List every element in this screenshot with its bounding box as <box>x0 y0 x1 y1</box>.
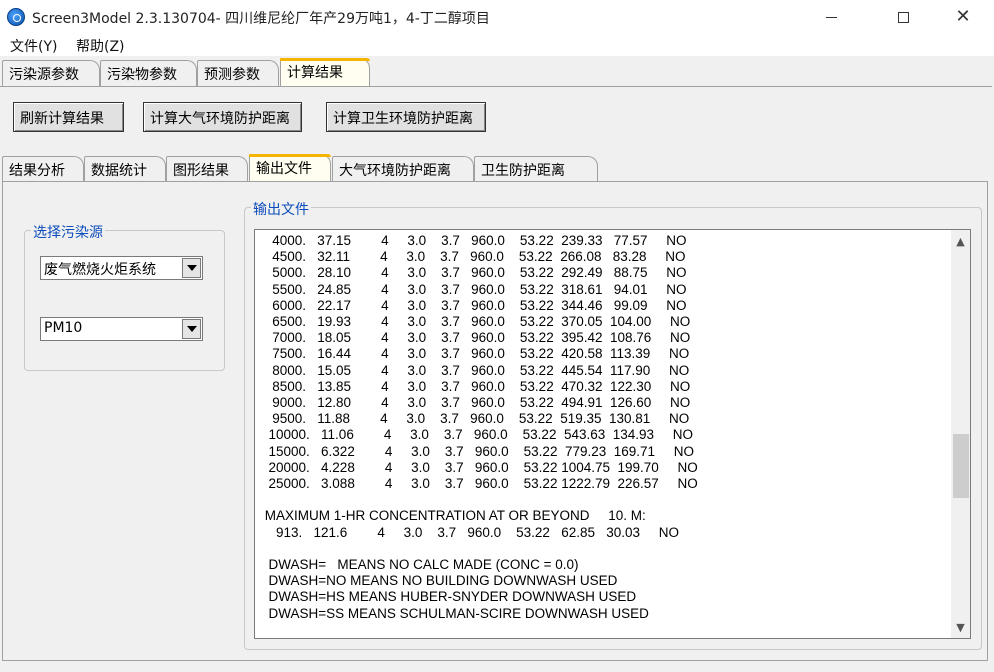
tab-prediction-params[interactable]: 预测参数 <box>197 60 279 86</box>
menu-file[interactable]: 文件(Y) <box>10 36 57 56</box>
chevron-down-icon[interactable] <box>182 319 201 339</box>
scroll-thumb[interactable] <box>953 434 969 498</box>
refresh-results-button[interactable]: 刷新计算结果 <box>13 102 124 132</box>
chevron-down-icon[interactable] <box>182 258 201 278</box>
tab-data-statistics[interactable]: 数据统计 <box>84 156 166 182</box>
tab-calc-results[interactable]: 计算结果 <box>280 58 370 87</box>
maximize-button[interactable] <box>880 0 926 34</box>
output-line: 9000. 12.80 4 3.0 3.7 960.0 53.22 494.91… <box>261 395 691 410</box>
output-line: 8000. 15.05 4 3.0 3.7 960.0 53.22 445.54… <box>261 362 690 378</box>
output-line: MAXIMUM 1-HR CONCENTRATION AT OR BEYOND … <box>261 508 646 524</box>
output-line: 7000. 18.05 4 3.0 3.7 960.0 53.22 395.42… <box>261 330 691 346</box>
vertical-scrollbar[interactable]: ▲ ▼ <box>951 230 970 638</box>
output-text-content: 4000. 37.15 4 3.0 3.7 960.0 53.22 239.33… <box>255 230 951 638</box>
source-dropdown[interactable]: 废气燃烧火炬系统 <box>40 256 203 280</box>
output-line: 5000. 28.10 4 3.0 3.7 960.0 53.22 292.49… <box>261 265 687 281</box>
output-line: 913. 121.6 4 3.0 3.7 960.0 53.22 62.85 3… <box>261 524 680 540</box>
output-file-legend: 输出文件 <box>251 199 311 219</box>
maximize-icon <box>897 11 909 23</box>
tab-air-protection-distance[interactable]: 大气环境防护距离 <box>332 156 474 182</box>
tab-pollutant-params[interactable]: 污染物参数 <box>100 60 197 86</box>
output-line: 7500. 16.44 4 3.0 3.7 960.0 53.22 420.58… <box>261 346 690 362</box>
close-icon: ✕ <box>955 6 971 27</box>
output-line: 8500. 13.85 4 3.0 3.7 960.0 53.22 470.32… <box>261 378 691 394</box>
output-line: 6000. 22.17 4 3.0 3.7 960.0 53.22 344.46… <box>261 297 687 313</box>
window-title: Screen3Model 2.3.130704- 四川维尼纶厂年产29万吨1，4… <box>32 11 490 27</box>
sub-tab-strip: 结果分析 数据统计 图形结果 输出文件 大气环境防护距离 卫生防护距离 <box>0 154 994 183</box>
pollutant-dropdown-value: PM10 <box>44 320 83 336</box>
app-icon <box>7 8 25 26</box>
scroll-up-icon[interactable]: ▲ <box>951 232 970 250</box>
output-line: 20000. 4.228 4 3.0 3.7 960.0 53.22 1004.… <box>261 459 698 475</box>
output-line: DWASH=SS MEANS SCHULMAN-SCIRE DOWNWASH U… <box>261 605 649 621</box>
tab-graph-results[interactable]: 图形结果 <box>166 156 248 182</box>
tab-output-file[interactable]: 输出文件 <box>249 154 331 183</box>
output-line: DWASH= MEANS NO CALC MADE (CONC = 0.0) <box>261 557 579 572</box>
source-select-legend: 选择污染源 <box>31 222 105 242</box>
output-line: DWASH=HS MEANS HUBER-SNYDER DOWNWASH USE… <box>261 589 637 605</box>
title-bar: Screen3Model 2.3.130704- 四川维尼纶厂年产29万吨1，4… <box>0 0 994 34</box>
pollutant-dropdown[interactable]: PM10 <box>40 317 203 341</box>
top-tab-strip: 污染源参数 污染物参数 预测参数 计算结果 <box>0 58 994 87</box>
tab-hygiene-protection-distance[interactable]: 卫生防护距离 <box>474 156 598 182</box>
output-line: 15000. 6.322 4 3.0 3.7 960.0 53.22 779.2… <box>261 443 695 459</box>
output-line: DWASH=NO MEANS NO BUILDING DOWNWASH USED <box>261 573 618 589</box>
source-dropdown-value: 废气燃烧火炬系统 <box>44 262 156 278</box>
scroll-down-icon[interactable]: ▼ <box>951 618 970 636</box>
output-line: 4000. 37.15 4 3.0 3.7 960.0 53.22 239.33… <box>261 233 687 248</box>
output-line: 10000. 11.06 4 3.0 3.7 960.0 53.22 543.6… <box>261 427 694 443</box>
output-line: 4500. 32.11 4 3.0 3.7 960.0 53.22 266.08… <box>261 249 686 265</box>
minimize-button[interactable] <box>808 0 854 34</box>
menu-bar: 文件(Y) 帮助(Z) <box>0 34 994 56</box>
source-select-group: 选择污染源 <box>24 222 225 371</box>
output-line: 9500. 11.88 4 3.0 3.7 960.0 53.22 519.35… <box>261 411 690 427</box>
close-button[interactable]: ✕ <box>940 0 986 34</box>
minimize-icon <box>825 16 837 18</box>
output-line: 6500. 19.93 4 3.0 3.7 960.0 53.22 370.05… <box>261 314 691 329</box>
calc-air-distance-button[interactable]: 计算大气环境防护距离 <box>143 102 302 132</box>
tab-result-analysis[interactable]: 结果分析 <box>2 156 84 182</box>
tab-source-params[interactable]: 污染源参数 <box>2 60 100 86</box>
calc-hygiene-distance-button[interactable]: 计算卫生环境防护距离 <box>326 102 486 132</box>
output-line: 25000. 3.088 4 3.0 3.7 960.0 53.22 1222.… <box>261 476 698 491</box>
output-text-area[interactable]: 4000. 37.15 4 3.0 3.7 960.0 53.22 239.33… <box>254 229 971 639</box>
output-line: 5500. 24.85 4 3.0 3.7 960.0 53.22 318.61… <box>261 281 687 297</box>
menu-help[interactable]: 帮助(Z) <box>76 36 125 56</box>
